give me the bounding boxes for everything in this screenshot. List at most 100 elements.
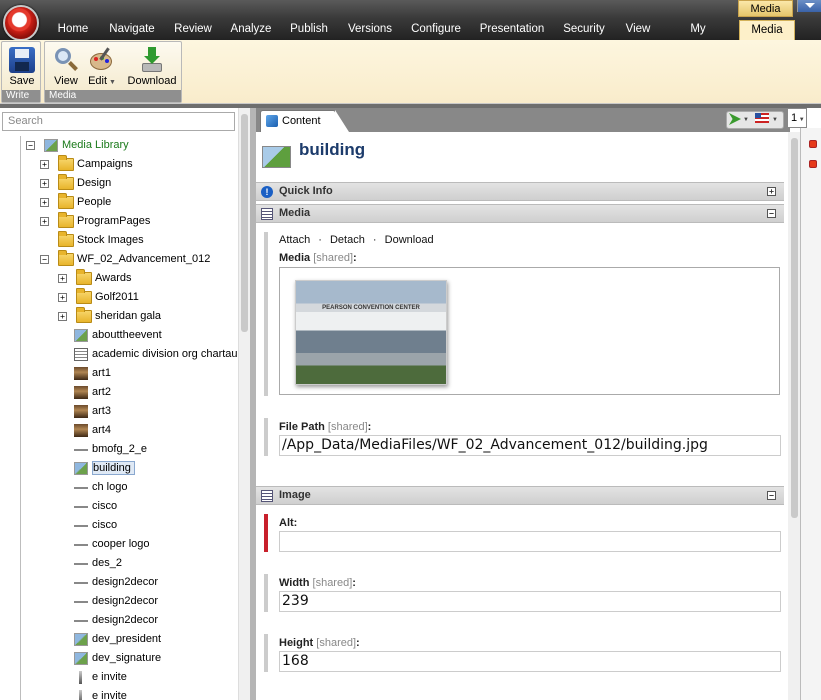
ribbon-tab-media[interactable]: Media — [739, 20, 795, 40]
expand-icon[interactable]: + — [40, 217, 49, 226]
tree-item[interactable]: cisco — [74, 497, 117, 516]
tree-folder[interactable]: + ProgramPages — [40, 211, 150, 231]
view-button[interactable]: View — [49, 44, 83, 87]
validation-error-icon[interactable] — [809, 140, 817, 148]
image-thumbnail-icon — [74, 614, 88, 627]
width-field[interactable]: 239 — [279, 591, 781, 612]
language-flag-icon[interactable] — [755, 113, 769, 123]
building-photo[interactable]: PEARSON CONVENTION CENTER — [295, 280, 447, 385]
ribbon-tab-security[interactable]: Security — [562, 18, 606, 40]
tree-item[interactable]: building — [74, 459, 135, 478]
expand-icon[interactable]: + — [767, 187, 776, 196]
validation-error-icon[interactable] — [809, 160, 817, 168]
ribbon-tab-review[interactable]: Review — [173, 18, 213, 40]
content-scrollbar-thumb[interactable] — [791, 138, 798, 518]
tree-search-input[interactable]: Search — [2, 112, 235, 131]
collapse-icon[interactable]: − — [40, 255, 49, 264]
tree-item[interactable]: art1 — [74, 364, 111, 383]
edit-chevron-down-icon[interactable]: ▼ — [107, 79, 116, 86]
ribbon-tab-publish[interactable]: Publish — [290, 18, 328, 40]
download-button[interactable]: Download — [125, 44, 179, 87]
tree-item[interactable]: e invite — [74, 687, 127, 700]
version-selector[interactable]: 1 ▼ — [787, 108, 807, 128]
tree-item[interactable]: abouttheevent — [74, 326, 162, 345]
tree-item[interactable]: dev_signature — [74, 649, 161, 668]
tree-item[interactable]: cisco — [74, 516, 117, 535]
tree-folder[interactable]: + Awards — [58, 268, 131, 288]
collapse-icon[interactable]: − — [767, 209, 776, 218]
tree-item[interactable]: art2 — [74, 383, 111, 402]
tree-item[interactable]: e invite — [74, 668, 127, 687]
tree-folder[interactable]: + People — [40, 192, 111, 212]
tree-item[interactable]: bmofg_2_e — [74, 440, 147, 459]
ribbon-tab-configure[interactable]: Configure — [411, 18, 461, 40]
app-logo-icon[interactable] — [3, 5, 39, 41]
file-path-field[interactable]: /App_Data/MediaFiles/WF_02_Advancement_0… — [279, 435, 781, 456]
ribbon-tab-versions[interactable]: Versions — [347, 18, 393, 40]
section-media[interactable]: Media − — [256, 204, 784, 223]
ribbon-tab-analyze[interactable]: Analyze — [230, 18, 272, 40]
collapse-icon[interactable]: − — [767, 491, 776, 500]
tree-item[interactable]: design2decor — [74, 573, 158, 592]
tree-node-label: sheridan gala — [95, 310, 162, 322]
write-group: Save Write — [1, 41, 41, 103]
image-thumbnail-icon — [74, 689, 88, 700]
media-preview-box[interactable]: PEARSON CONVENTION CENTER — [279, 267, 780, 395]
content-scrollbar[interactable] — [788, 132, 800, 700]
image-thumbnail-icon — [74, 557, 88, 570]
tree-node-label: dev_signature — [92, 652, 162, 664]
section-image[interactable]: Image − — [256, 486, 784, 505]
expand-icon[interactable]: + — [40, 179, 49, 188]
expand-icon[interactable]: + — [40, 160, 49, 169]
ribbon-tab-home[interactable]: Home — [56, 18, 90, 40]
tree-scrollbar[interactable] — [238, 108, 250, 700]
download-link[interactable]: Download — [385, 234, 434, 246]
tree-folder[interactable]: − WF_02_Advancement_012 — [40, 249, 210, 269]
tab-content[interactable]: Content — [260, 110, 336, 132]
media-group: View Edit ▼ Download Media — [44, 41, 182, 103]
attach-link[interactable]: Attach — [279, 234, 310, 246]
save-button[interactable]: Save — [4, 44, 40, 87]
tree-node-label: ch logo — [92, 481, 128, 493]
download-label: Download — [127, 75, 177, 87]
tree-folder[interactable]: + Campaigns — [40, 154, 133, 174]
height-field[interactable]: 168 — [279, 651, 781, 672]
image-thumbnail-icon — [74, 328, 88, 342]
expand-icon[interactable]: + — [58, 312, 67, 321]
alt-field[interactable] — [279, 531, 781, 552]
tree-scrollbar-thumb[interactable] — [241, 114, 248, 332]
section-quick-info[interactable]: ! Quick Info + — [256, 182, 784, 201]
width-label-text: Width — [279, 577, 310, 589]
file-path-label-text: File Path — [279, 421, 325, 433]
tree-item[interactable]: design2decor — [74, 611, 158, 630]
tree-folder[interactable]: Stock Images — [58, 230, 144, 250]
arrow-dropdown-icon[interactable]: ▼ — [743, 117, 749, 123]
tree-node-label: des_2 — [92, 557, 122, 569]
tree-item[interactable]: design2decor — [74, 592, 158, 611]
language-dropdown-icon[interactable]: ▼ — [772, 117, 778, 123]
tree-node-label: dev_president — [92, 633, 162, 645]
collapse-icon[interactable]: − — [26, 141, 35, 150]
ribbon-tab-view[interactable]: View — [624, 18, 652, 40]
ribbon-dropdown-icon[interactable] — [797, 0, 821, 12]
tree-item[interactable]: des_2 — [74, 554, 122, 573]
tree-folder[interactable]: + Golf2011 — [58, 287, 139, 307]
tree-item[interactable]: dev_president — [74, 630, 161, 649]
tree-item[interactable]: art4 — [74, 421, 111, 440]
detach-link[interactable]: Detach — [330, 234, 365, 246]
floppy-disk-icon — [9, 47, 35, 73]
tree-item[interactable]: cooper logo — [74, 535, 150, 554]
tree-root-media-library[interactable]: − Media Library — [26, 136, 129, 155]
ribbon-tab-my-toolbar[interactable]: My Toolbar — [670, 18, 726, 57]
ribbon-tab-presentation[interactable]: Presentation — [479, 18, 545, 40]
tree-item[interactable]: ch logo — [74, 478, 127, 497]
edit-button[interactable]: Edit ▼ — [85, 44, 119, 87]
expand-icon[interactable]: + — [58, 274, 67, 283]
expand-icon[interactable]: + — [58, 293, 67, 302]
tree-folder[interactable]: + sheridan gala — [58, 306, 162, 326]
tree-item[interactable]: art3 — [74, 402, 111, 421]
tree-folder[interactable]: + Design — [40, 173, 111, 193]
ribbon-tab-navigate[interactable]: Navigate — [108, 18, 156, 40]
tree-item[interactable]: academic division org chartaug — [74, 345, 238, 364]
expand-icon[interactable]: + — [40, 198, 49, 207]
